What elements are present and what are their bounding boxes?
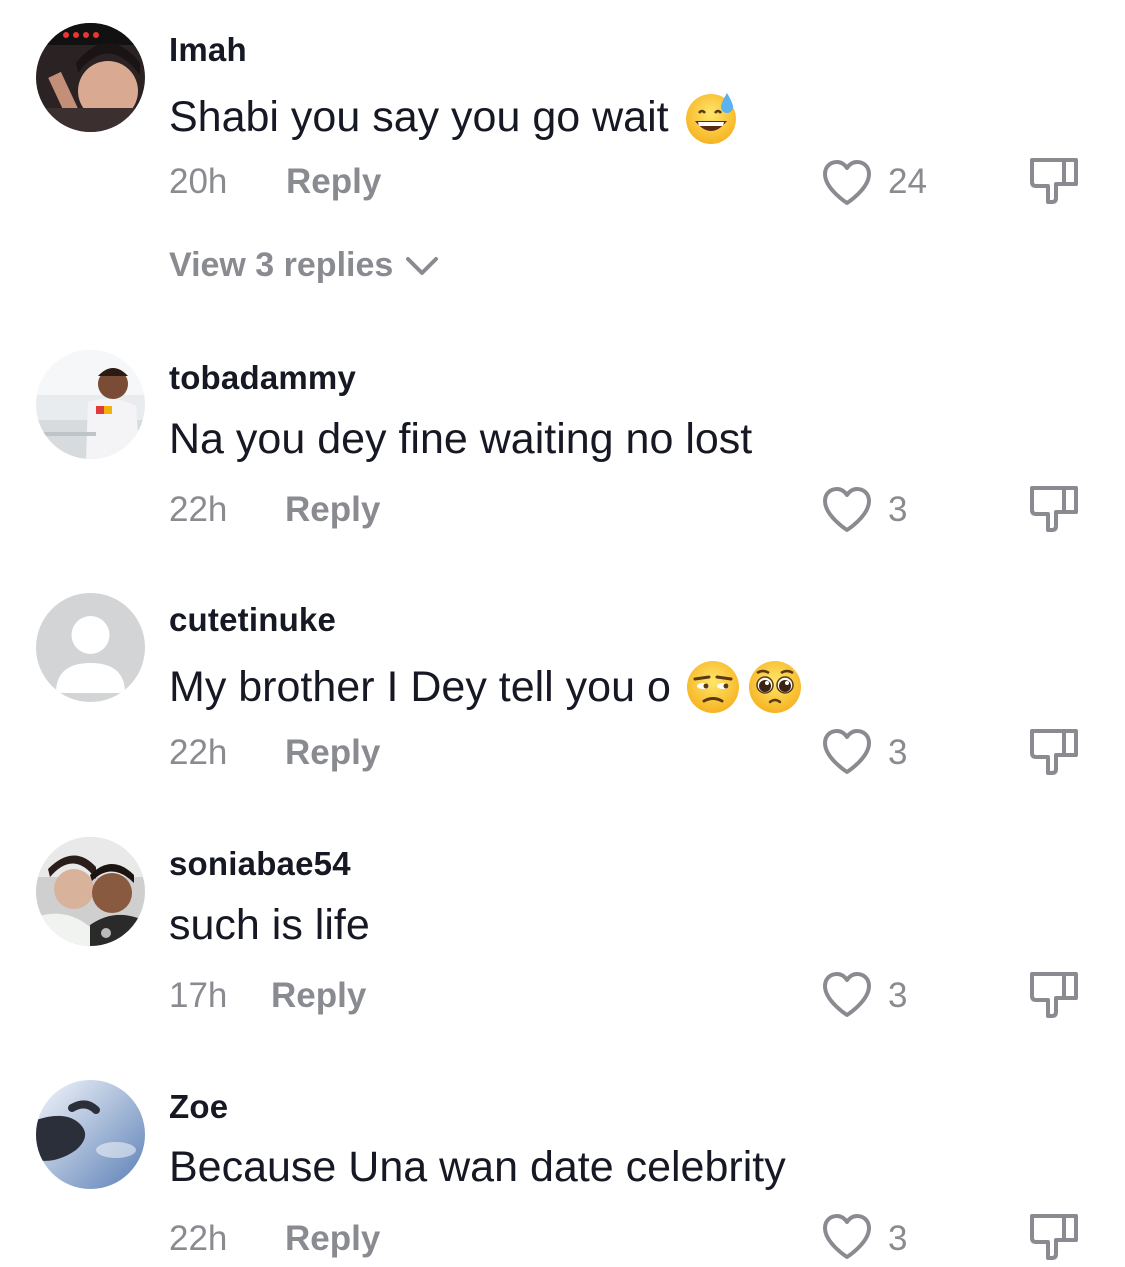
reply-button[interactable]: Reply	[285, 733, 380, 773]
username[interactable]: Zoe	[169, 1088, 228, 1126]
timestamp: 22h	[169, 490, 228, 529]
avatar[interactable]	[36, 350, 145, 459]
thumbs-down-icon[interactable]	[1028, 1210, 1080, 1262]
reply-button[interactable]: Reply	[285, 1219, 380, 1259]
comment-text: Shabi you say you go wait	[169, 88, 739, 146]
chevron-down-icon	[406, 256, 439, 275]
avatar[interactable]	[36, 593, 145, 702]
reply-button[interactable]: Reply	[286, 162, 381, 202]
username[interactable]: Imah	[169, 31, 247, 69]
avatar[interactable]	[36, 837, 145, 946]
unamused-face-emoji	[685, 659, 741, 715]
like-count: 3	[888, 733, 908, 772]
view-replies-button[interactable]: View 3 replies	[169, 246, 439, 285]
username[interactable]: soniabae54	[169, 845, 351, 883]
comment-text: Because Una wan date celebrity	[169, 1138, 786, 1196]
heart-outline-icon[interactable]	[820, 158, 874, 208]
comment-text: such is life	[169, 896, 370, 954]
timestamp: 22h	[169, 733, 228, 772]
heart-outline-icon[interactable]	[820, 727, 874, 777]
thumbs-down-icon[interactable]	[1028, 482, 1080, 534]
reply-button[interactable]: Reply	[271, 976, 366, 1016]
comment-text: My brother I Dey tell you o	[169, 657, 803, 717]
heart-outline-icon[interactable]	[820, 485, 874, 535]
pleading-face-emoji	[747, 659, 803, 715]
view-replies-label: View 3 replies	[169, 246, 394, 284]
timestamp: 20h	[169, 162, 228, 201]
avatar[interactable]	[36, 23, 145, 132]
reply-button[interactable]: Reply	[285, 490, 380, 530]
comment-item: Imah Shabi you say you go wait 20h Reply	[0, 0, 1125, 300]
username[interactable]: cutetinuke	[169, 601, 336, 639]
timestamp: 17h	[169, 976, 228, 1015]
thumbs-down-icon[interactable]	[1028, 725, 1080, 777]
grinning-sweat-emoji	[683, 89, 739, 145]
heart-outline-icon[interactable]	[820, 970, 874, 1020]
heart-outline-icon[interactable]	[820, 1212, 874, 1262]
like-count: 3	[888, 490, 908, 529]
comment-text-content: My brother I Dey tell you o	[169, 662, 671, 711]
like-count: 24	[888, 162, 927, 201]
comment-item: soniabae54 such is life 17h Reply 3	[0, 820, 1125, 1050]
comment-item: cutetinuke My brother I Dey tell you o 2…	[0, 575, 1125, 805]
timestamp: 22h	[169, 1219, 228, 1258]
avatar[interactable]	[36, 1080, 145, 1189]
comment-item: Zoe Because Una wan date celebrity 22h R…	[0, 1062, 1125, 1267]
comment-text-content: such is life	[169, 900, 370, 949]
comment-text-content: Shabi you say you go wait	[169, 92, 669, 141]
thumbs-down-icon[interactable]	[1028, 154, 1080, 206]
thumbs-down-icon[interactable]	[1028, 968, 1080, 1020]
comment-text-content: Because Una wan date celebrity	[169, 1142, 786, 1191]
like-count: 3	[888, 1219, 908, 1258]
comment-item: tobadammy Na you dey fine waiting no los…	[0, 330, 1125, 560]
comment-text: Na you dey fine waiting no lost	[169, 410, 752, 468]
like-count: 3	[888, 976, 908, 1015]
username[interactable]: tobadammy	[169, 359, 356, 397]
comment-text-content: Na you dey fine waiting no lost	[169, 414, 753, 463]
